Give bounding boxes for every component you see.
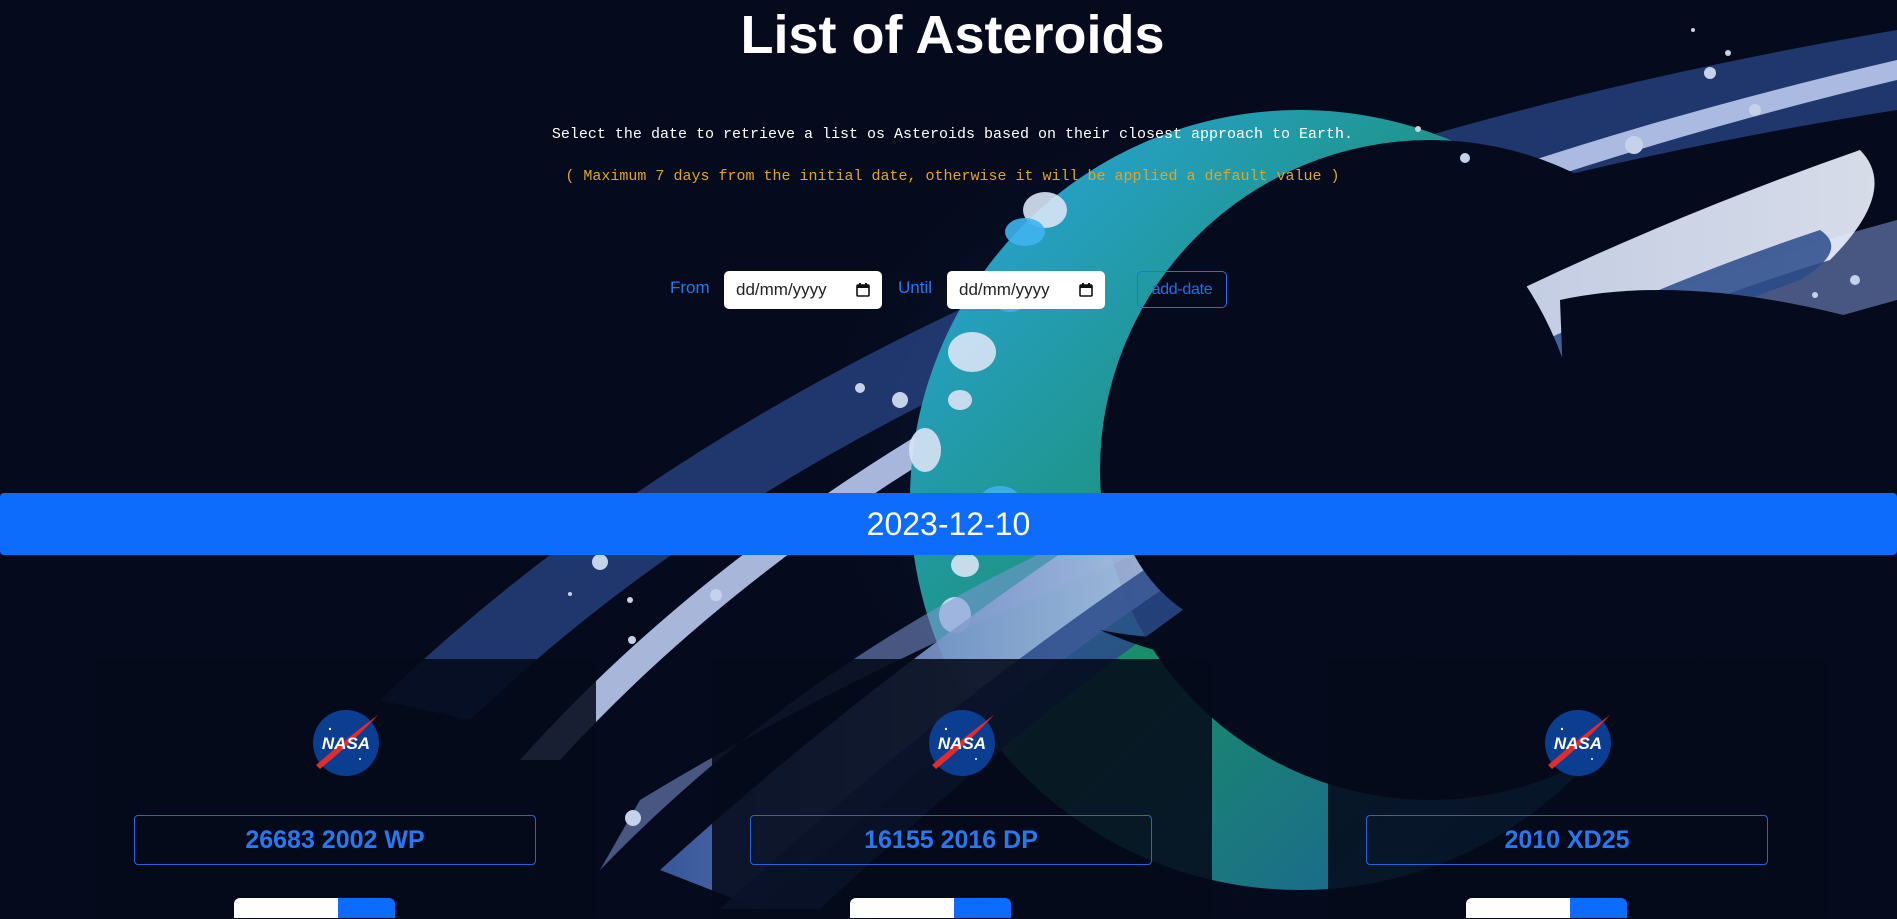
date-heading: 2023-12-10 [0,493,1897,555]
card-details-button[interactable] [850,898,954,918]
nasa-logo: NASA [929,710,995,776]
nasa-logo-text: NASA [322,734,370,753]
until-date-value: dd/mm/yyyy [959,280,1050,299]
asteroid-name: 26683 2002 WP [134,815,536,865]
card-details-button[interactable] [1466,898,1570,918]
from-date-value: dd/mm/yyyy [736,280,827,299]
nasa-logo: NASA [313,710,379,776]
nasa-logo: NASA [1545,710,1611,776]
until-date-input[interactable]: dd/mm/yyyy [947,271,1105,309]
calendar-icon[interactable] [1079,283,1093,297]
asteroid-name: 2010 XD25 [1366,815,1768,865]
max-range-note: ( Maximum 7 days from the initial date, … [565,168,1340,185]
page-title: List of Asteroids [740,5,1165,65]
card-details-button[interactable] [234,898,338,918]
add-date-button[interactable]: add-date [1137,271,1227,308]
asteroid-card: NASA 2010 XD25 [1328,659,1828,919]
until-label: Until [898,278,933,297]
card-more-button[interactable] [1570,898,1627,918]
asteroid-card: NASA 16155 2016 DP [712,659,1212,919]
from-date-input[interactable]: dd/mm/yyyy [724,271,882,309]
nasa-logo-text: NASA [1554,734,1602,753]
card-more-button[interactable] [338,898,395,918]
nasa-logo-text: NASA [938,734,986,753]
card-actions [234,898,395,918]
asteroid-name: 16155 2016 DP [750,815,1152,865]
asteroid-card: NASA 26683 2002 WP [96,659,596,919]
from-label: From [670,278,710,297]
card-actions [1466,898,1627,918]
card-more-button[interactable] [954,898,1011,918]
card-actions [850,898,1011,918]
instructions-text: Select the date to retrieve a list os As… [551,126,1354,143]
calendar-icon[interactable] [856,283,870,297]
